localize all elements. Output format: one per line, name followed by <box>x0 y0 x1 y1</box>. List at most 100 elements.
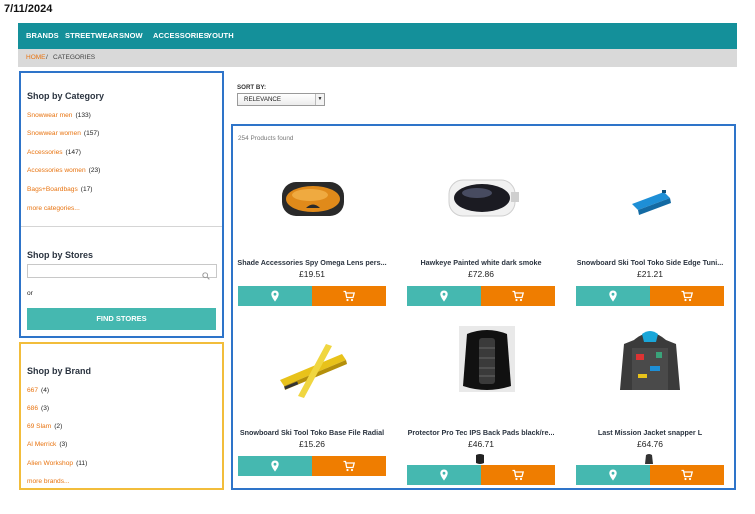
panel-divider <box>21 226 222 227</box>
map-marker-icon <box>609 469 617 481</box>
store-locator-button[interactable] <box>576 286 650 306</box>
category-item: Accessories (147) <box>27 149 81 156</box>
category-count: (17) <box>80 186 93 193</box>
category-link-accessories-women[interactable]: Accessories women <box>27 167 86 174</box>
category-link-bags-boardbags[interactable]: Bags+Boardbags <box>27 186 78 193</box>
brand-count: (3) <box>59 441 68 448</box>
add-to-cart-button[interactable] <box>650 286 724 306</box>
product-actions <box>576 286 724 306</box>
product-card: Hawkeye Painted white dark smoke £72.86 <box>407 154 555 324</box>
more-categories-link[interactable]: more categories... <box>27 205 80 212</box>
product-actions <box>576 465 724 485</box>
product-image[interactable] <box>407 154 555 252</box>
shopping-cart-icon <box>681 469 693 481</box>
product-image[interactable] <box>576 324 724 422</box>
product-name[interactable]: Last Mission Jacket snapper L <box>570 428 730 437</box>
shopping-cart-icon <box>343 460 355 472</box>
product-price: £21.21 <box>637 269 663 279</box>
add-to-cart-button[interactable] <box>650 465 724 485</box>
category-link-accessories[interactable]: Accessories <box>27 149 63 156</box>
product-name[interactable]: Protector Pro Tec IPS Back Pads black/re… <box>401 428 561 437</box>
store-locator-button[interactable] <box>407 465 481 485</box>
brand-item: 686 (3) <box>27 405 49 412</box>
product-actions <box>238 286 386 306</box>
shopping-cart-icon <box>512 290 524 302</box>
breadcrumb-home-link[interactable]: HOME <box>26 54 46 61</box>
map-marker-icon <box>271 290 279 302</box>
category-count: (147) <box>65 149 81 156</box>
product-name[interactable]: Shade Accessories Spy Omega Lens pers... <box>232 258 392 267</box>
breadcrumb-current: CATEGORIES <box>53 54 96 61</box>
nav-item-streetwear[interactable]: STREETWEAR <box>65 31 119 40</box>
map-marker-icon <box>271 460 279 472</box>
product-actions <box>407 286 555 306</box>
map-marker-icon <box>440 290 448 302</box>
sort-selected-value: RELEVANCE <box>244 96 282 103</box>
product-card: Last Mission Jacket snapper L £64.76 <box>576 324 724 494</box>
product-price: £19.51 <box>299 269 325 279</box>
find-stores-button[interactable]: FIND STORES <box>27 308 216 330</box>
shopping-cart-icon <box>512 469 524 481</box>
store-locator-button[interactable] <box>238 456 312 476</box>
product-price: £46.71 <box>468 439 494 449</box>
brand-item: 69 Slam (2) <box>27 423 62 430</box>
shopping-cart-icon <box>681 290 693 302</box>
or-label: or <box>27 290 33 297</box>
map-marker-icon <box>440 469 448 481</box>
brand-panel: Shop by Brand 667 (4) 686 (3) 69 Slam (2) A… <box>19 342 224 490</box>
nav-item-brands[interactable]: BRANDS <box>26 31 59 40</box>
product-name[interactable]: Snowboard Ski Tool Toko Side Edge Tuni..… <box>570 258 730 267</box>
product-card: Shade Accessories Spy Omega Lens pers...… <box>237 154 387 324</box>
product-price: £64.76 <box>637 439 663 449</box>
sort-by-select[interactable]: RELEVANCE ▼ <box>237 93 325 106</box>
more-brands-link[interactable]: more brands... <box>27 478 70 485</box>
store-locator-button[interactable] <box>407 286 481 306</box>
store-locator-button[interactable] <box>576 465 650 485</box>
category-item: Accessories women (23) <box>27 167 100 174</box>
add-to-cart-button[interactable] <box>481 286 555 306</box>
product-image[interactable] <box>407 324 555 422</box>
category-item: Bags+Boardbags (17) <box>27 186 93 193</box>
add-to-cart-button[interactable] <box>312 456 386 476</box>
brand-item: 667 (4) <box>27 387 49 394</box>
product-image[interactable] <box>576 154 724 252</box>
add-to-cart-button[interactable] <box>481 465 555 485</box>
brand-item: Al Merrick (3) <box>27 441 67 448</box>
brand-link-alien-workshop[interactable]: Alien Workshop <box>27 460 73 467</box>
products-panel: 254 Products found Shade Accessories Spy… <box>231 124 736 490</box>
store-locator-button[interactable] <box>238 286 312 306</box>
product-image[interactable] <box>238 324 386 422</box>
stores-panel-title: Shop by Stores <box>27 250 94 260</box>
category-count: (133) <box>75 112 91 119</box>
brand-panel-title: Shop by Brand <box>27 366 92 376</box>
brand-link-667[interactable]: 667 <box>27 387 38 394</box>
category-link-snowwear-men[interactable]: Snowwear men <box>27 112 72 119</box>
store-search-input[interactable] <box>27 264 217 280</box>
nav-item-youth[interactable]: YOUTH <box>207 31 234 40</box>
brand-link-69-slam[interactable]: 69 Slam <box>27 423 51 430</box>
product-name[interactable]: Snowboard Ski Tool Toko Base File Radial <box>232 428 392 437</box>
product-image[interactable] <box>238 154 386 252</box>
category-item: Snowwear women (157) <box>27 130 99 137</box>
category-count: (157) <box>83 130 100 137</box>
add-to-cart-button[interactable] <box>312 286 386 306</box>
product-actions <box>238 456 386 476</box>
brand-link-686[interactable]: 686 <box>27 405 38 412</box>
breadcrumb: HOME / CATEGORIES <box>18 49 737 67</box>
category-link-snowwear-women[interactable]: Snowwear women <box>27 130 81 137</box>
search-icon[interactable] <box>202 267 210 285</box>
nav-item-accessories[interactable]: ACCESSORIES <box>153 31 209 40</box>
brand-link-al-merrick[interactable]: Al Merrick <box>27 441 56 448</box>
shopping-cart-icon <box>343 290 355 302</box>
nav-item-snow[interactable]: SNOW <box>119 31 143 40</box>
product-name[interactable]: Hawkeye Painted white dark smoke <box>401 258 561 267</box>
sort-by-label: SORT BY: <box>237 84 267 91</box>
brand-item: Alien Workshop (11) <box>27 460 87 467</box>
product-card: Snowboard Ski Tool Toko Base File Radial… <box>238 324 386 494</box>
breadcrumb-separator: / <box>46 54 48 61</box>
map-marker-icon <box>609 290 617 302</box>
brand-count: (11) <box>76 460 88 467</box>
chevron-down-icon[interactable]: ▼ <box>315 94 324 105</box>
product-card: Protector Pro Tec IPS Back Pads black/re… <box>407 324 555 494</box>
product-price: £15.26 <box>299 439 325 449</box>
